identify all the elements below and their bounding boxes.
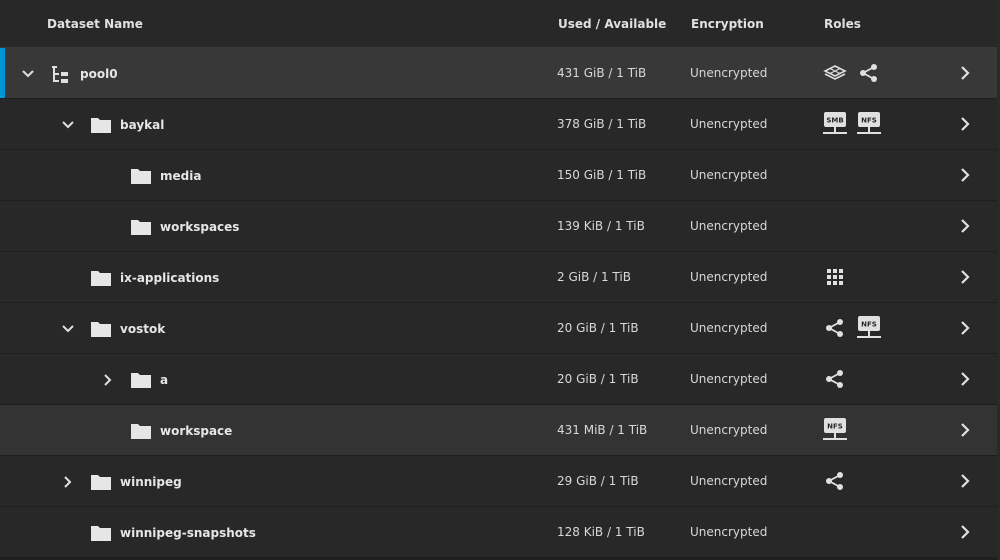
chevron-right-icon[interactable] bbox=[956, 268, 974, 286]
encryption-status: Unencrypted bbox=[690, 270, 768, 284]
chevron-right-icon[interactable] bbox=[956, 166, 974, 184]
svg-text:NFS: NFS bbox=[827, 423, 843, 431]
table-row-vostok[interactable]: vostok 20 GiB / 1 TiB Unencrypted NFS bbox=[0, 303, 1000, 354]
dataset-name: workspaces bbox=[160, 219, 240, 234]
dataset-table: Dataset Name Used / Available Encryption… bbox=[0, 0, 1000, 560]
encryption-status: Unencrypted bbox=[690, 321, 768, 335]
dataset-name: winnipeg-snapshots bbox=[120, 525, 256, 540]
chevron-down-icon[interactable] bbox=[20, 66, 36, 82]
table-row-workspace[interactable]: workspace 431 MiB / 1 TiB Unencrypted NF… bbox=[0, 405, 1000, 456]
encryption-status: Unencrypted bbox=[690, 423, 768, 437]
svg-text:SMB: SMB bbox=[826, 117, 843, 125]
used-available: 29 GiB / 1 TiB bbox=[557, 474, 639, 488]
folder-icon bbox=[90, 269, 112, 287]
nfs-share-icon[interactable]: NFS bbox=[856, 315, 882, 341]
dataset-name: ix-applications bbox=[120, 270, 220, 285]
encryption-status: Unencrypted bbox=[690, 525, 768, 539]
share-icon[interactable] bbox=[856, 60, 882, 86]
chevron-right-icon[interactable] bbox=[956, 472, 974, 490]
folder-icon bbox=[130, 218, 152, 236]
chevron-down-icon[interactable] bbox=[60, 321, 76, 337]
encryption-status: Unencrypted bbox=[690, 117, 768, 131]
encryption-status: Unencrypted bbox=[690, 474, 768, 488]
table-row-workspaces[interactable]: workspaces 139 KiB / 1 TiB Unencrypted bbox=[0, 201, 1000, 252]
smb-share-icon[interactable]: SMB bbox=[822, 111, 848, 137]
header-roles[interactable]: Roles bbox=[824, 17, 861, 31]
chevron-right-icon[interactable] bbox=[100, 372, 116, 388]
used-available: 128 KiB / 1 TiB bbox=[557, 525, 645, 539]
chevron-right-icon[interactable] bbox=[956, 319, 974, 337]
used-available: 2 GiB / 1 TiB bbox=[557, 270, 631, 284]
folder-icon bbox=[90, 524, 112, 542]
used-available: 150 GiB / 1 TiB bbox=[557, 168, 647, 182]
encryption-status: Unencrypted bbox=[690, 66, 768, 80]
header-used-available[interactable]: Used / Available bbox=[558, 17, 666, 31]
used-available: 431 GiB / 1 TiB bbox=[557, 66, 647, 80]
folder-icon bbox=[130, 371, 152, 389]
used-available: 378 GiB / 1 TiB bbox=[557, 117, 647, 131]
roles-cell: NFS bbox=[822, 417, 848, 443]
table-row-media[interactable]: media 150 GiB / 1 TiB Unencrypted bbox=[0, 150, 1000, 201]
dataset-name: pool0 bbox=[80, 66, 118, 81]
chevron-right-icon[interactable] bbox=[956, 64, 974, 82]
stack-icon[interactable] bbox=[822, 60, 848, 86]
used-available: 20 GiB / 1 TiB bbox=[557, 321, 639, 335]
chevron-right-icon[interactable] bbox=[956, 421, 974, 439]
dataset-name: vostok bbox=[120, 321, 166, 336]
share-icon[interactable] bbox=[822, 315, 848, 341]
nfs-share-icon[interactable]: NFS bbox=[822, 417, 848, 443]
chevron-right-icon[interactable] bbox=[956, 523, 974, 541]
table-header: Dataset Name Used / Available Encryption… bbox=[0, 0, 1000, 48]
folder-icon bbox=[130, 167, 152, 185]
roles-cell: SMB NFS bbox=[822, 111, 882, 137]
selected-indicator bbox=[0, 48, 5, 98]
used-available: 431 MiB / 1 TiB bbox=[557, 423, 648, 437]
table-row-winnipeg[interactable]: winnipeg 29 GiB / 1 TiB Unencrypted bbox=[0, 456, 1000, 507]
roles-cell: NFS bbox=[822, 315, 882, 341]
encryption-status: Unencrypted bbox=[690, 219, 768, 233]
folder-icon bbox=[90, 473, 112, 491]
folder-icon bbox=[130, 422, 152, 440]
table-row-pool0[interactable]: pool0 431 GiB / 1 TiB Unencrypted bbox=[0, 48, 1000, 99]
dataset-name: a bbox=[160, 372, 169, 387]
svg-text:NFS: NFS bbox=[861, 117, 877, 125]
roles-cell bbox=[822, 468, 848, 494]
apps-icon[interactable] bbox=[822, 264, 848, 290]
used-available: 20 GiB / 1 TiB bbox=[557, 372, 639, 386]
nfs-share-icon[interactable]: NFS bbox=[856, 111, 882, 137]
chevron-right-icon[interactable] bbox=[956, 370, 974, 388]
folder-icon bbox=[90, 116, 112, 134]
dataset-name: workspace bbox=[160, 423, 233, 438]
svg-text:NFS: NFS bbox=[861, 321, 877, 329]
encryption-status: Unencrypted bbox=[690, 168, 768, 182]
chevron-right-icon[interactable] bbox=[956, 217, 974, 235]
dataset-name: winnipeg bbox=[120, 474, 182, 489]
table-row-winnipeg-snapshots[interactable]: winnipeg-snapshots 128 KiB / 1 TiB Unenc… bbox=[0, 507, 1000, 558]
chevron-down-icon[interactable] bbox=[60, 117, 76, 133]
header-encryption[interactable]: Encryption bbox=[691, 17, 764, 31]
table-row-baykal[interactable]: baykal 378 GiB / 1 TiB Unencrypted SMB N… bbox=[0, 99, 1000, 150]
table-row-ix-applications[interactable]: ix-applications 2 GiB / 1 TiB Unencrypte… bbox=[0, 252, 1000, 303]
encryption-status: Unencrypted bbox=[690, 372, 768, 386]
folder-icon bbox=[90, 320, 112, 338]
dataset-name: media bbox=[160, 168, 202, 183]
table-row-a[interactable]: a 20 GiB / 1 TiB Unencrypted bbox=[0, 354, 1000, 405]
dataset-name: baykal bbox=[120, 117, 165, 132]
share-icon[interactable] bbox=[822, 468, 848, 494]
chevron-right-icon[interactable] bbox=[956, 115, 974, 133]
pool-icon bbox=[50, 65, 72, 83]
roles-cell bbox=[822, 366, 848, 392]
chevron-right-icon[interactable] bbox=[60, 474, 76, 490]
roles-cell bbox=[822, 264, 848, 290]
share-icon[interactable] bbox=[822, 366, 848, 392]
roles-cell bbox=[822, 60, 882, 86]
used-available: 139 KiB / 1 TiB bbox=[557, 219, 645, 233]
header-dataset-name[interactable]: Dataset Name bbox=[47, 17, 143, 31]
